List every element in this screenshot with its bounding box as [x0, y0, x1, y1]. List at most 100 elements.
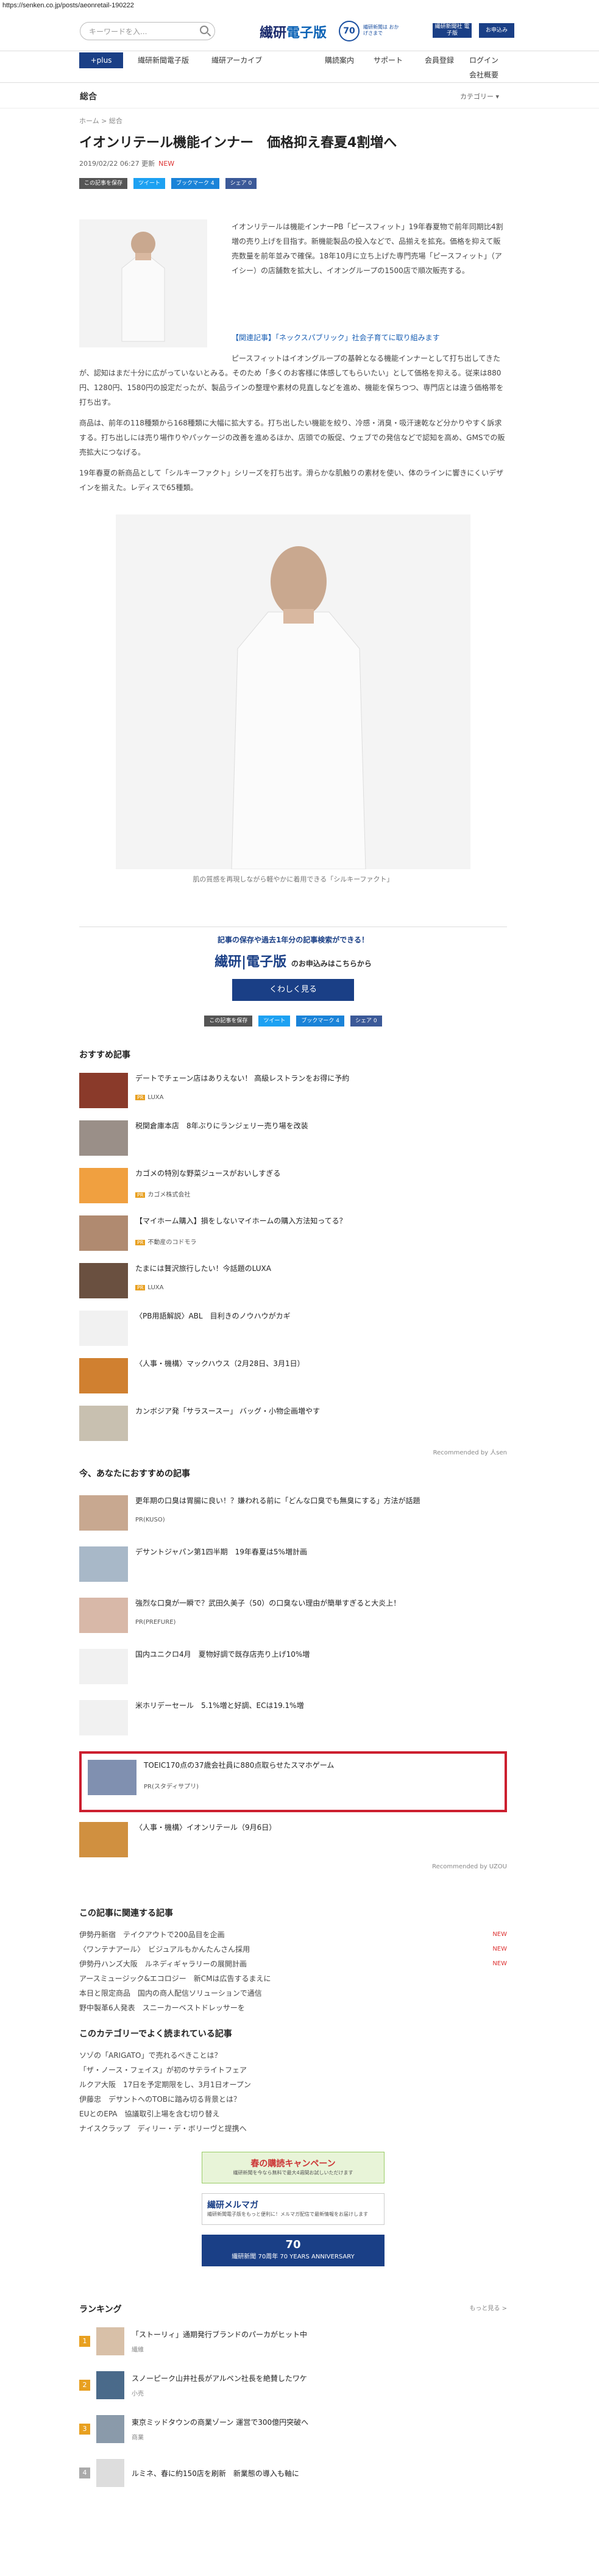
ranking-item[interactable]: 4 ルミネ、春に約150店を刷新 新業態の導入も軸に — [79, 2455, 507, 2491]
related-title[interactable]: 伊勢丹新宿 テイクアウトで200品目を企画 — [79, 1927, 225, 1942]
rec-title[interactable]: 税関倉庫本店 8年ぶりにランジェリー売り場を改装 — [135, 1120, 308, 1131]
tweet-button[interactable]: ツイート — [133, 178, 166, 189]
rec-title[interactable]: カゴメの特別な野菜ジュースがおいしすぎる — [135, 1168, 280, 1178]
search-icon[interactable] — [200, 26, 208, 34]
rec-title[interactable]: 【マイホーム購入】損をしないマイホームの購入方法知ってる？ — [135, 1215, 347, 1226]
rec-title[interactable]: 〈PB用語解説〉ABL 目利きのノウハウがカギ — [135, 1311, 291, 1321]
related-title[interactable]: アースミュージック&エコロジー 新CMは広告するまえに — [79, 1971, 271, 1986]
list-item[interactable]: ソゾの「ARIGATO」で売れるべきことは？ — [79, 2048, 507, 2063]
popular-title[interactable]: ナイスクラップ ディリー・デ・ボリーヴと提携へ — [79, 2121, 247, 2136]
bookmark-button-bottom[interactable]: ブックマーク 4 — [296, 1016, 345, 1026]
rank-title[interactable]: 「ストーリィ」通期発行ブランドのパーカがヒット中 — [132, 2329, 307, 2339]
list-item[interactable]: たまには贅沢旅行したい！今話題のLUXA PR LUXA — [79, 1263, 507, 1298]
bookmark-button[interactable]: ブックマーク 4 — [171, 178, 219, 189]
list-item[interactable]: 米ホリデーセール 5.1%増と好調、ECは19.1%増 — [79, 1700, 507, 1735]
rank-title[interactable]: 東京ミッドタウンの商業ゾーン 運営で300億円突破へ — [132, 2417, 308, 2427]
popular-title[interactable]: ルクア大阪 17日を予定期限をし、3月1日オープン — [79, 2077, 251, 2092]
list-item[interactable]: 伊藤忠 デサントへのTOBに踏み切る背景とは？ — [79, 2092, 507, 2107]
ranking-item[interactable]: 2 スノーピーク山井社長がアルペン社長を絶賛したワケ 小売 — [79, 2368, 507, 2403]
list-item[interactable]: カゴメの特別な野菜ジュースがおいしすぎる PR カゴメ株式会社 — [79, 1168, 507, 1203]
popular-title[interactable]: ソゾの「ARIGATO」で売れるべきことは？ — [79, 2048, 221, 2063]
popular-title[interactable]: 伊藤忠 デサントへのTOBに踏み切る背景とは？ — [79, 2092, 241, 2107]
highlighted-list-item[interactable]: TOEIC170点の37歳会社員に880点取らせたスマホゲーム PR(スタディサプ… — [79, 1751, 507, 1812]
rec-title[interactable]: カンボジア発「サラスースー」 バッグ・小物企画増やす — [135, 1406, 320, 1416]
article-paragraph-2: ピースフィットはイオングループの基幹となる機能インナーとして打ち出してきたが、認… — [79, 354, 504, 407]
save-article-button[interactable]: この記事を保存 — [79, 178, 128, 189]
rec-source: カゴメ株式会社 — [147, 1192, 191, 1198]
list-item[interactable]: 〈人事・機構〉マックハウス（2月28日、3月1日） — [79, 1358, 507, 1393]
nav-item-archive[interactable]: 繊研アーカイブ — [211, 55, 262, 65]
rec-title[interactable]: たまには贅沢旅行したい！今話題のLUXA — [135, 1263, 271, 1273]
list-item[interactable]: 税関倉庫本店 8年ぶりにランジェリー売り場を改装 — [79, 1120, 507, 1156]
rec2-title[interactable]: 米ホリデーセール 5.1%増と好調、ECは19.1%増 — [135, 1700, 304, 1710]
search-input[interactable]: キーワードを入... — [80, 22, 215, 40]
related-title[interactable]: 〈ワンテナアール〉 ビジュアルもかんたんさん採用 — [79, 1942, 250, 1957]
list-item[interactable]: EUとのEPA 協議取引上場を含む切り替え — [79, 2107, 507, 2121]
recommended-by[interactable]: Recommended by 人sen — [79, 1447, 507, 1456]
thumb-image — [88, 1760, 136, 1795]
popular-title[interactable]: 「ザ・ノース・フェイス」が初のサテライトフェア — [79, 2063, 247, 2077]
related-title[interactable]: 伊勢丹ハンズ大阪 ルネディギャラリーの展開計画 — [79, 1957, 247, 1971]
rec2-title[interactable]: 強烈な口臭が一瞬で？武田久美子（50）の口臭ない理由が簡単すぎると大炎上！ — [135, 1598, 400, 1608]
nav-item-register[interactable]: 会員登録 — [425, 55, 454, 65]
tweet-button-bottom[interactable]: ツイート — [258, 1016, 291, 1026]
rank-number: 3 — [79, 2424, 90, 2435]
rec2-title[interactable]: 国内ユニクロ4月 夏物好調で既存店売り上げ10%増 — [135, 1649, 310, 1659]
breadcrumb[interactable]: ホーム > 総合 — [79, 116, 507, 126]
nav-item-subscription[interactable]: 購読案内 — [325, 55, 354, 65]
list-item[interactable]: デサントジャパン第1四半期 19年春夏は5%増計画 — [79, 1546, 507, 1582]
rec2-title[interactable]: 更年期の口臭は胃腸に良い！？嫌われる前に「どんな口臭でも無臭にする」方法が話題 — [135, 1495, 420, 1506]
save-article-button-bottom[interactable]: この記事を保存 — [204, 1016, 253, 1026]
rank-title[interactable]: ルミネ、春に約150店を刷新 新業態の導入も軸に — [132, 2468, 299, 2478]
rank-title[interactable]: スノーピーク山井社長がアルペン社長を絶賛したワケ — [132, 2373, 307, 2383]
new-badge: NEW — [492, 1960, 507, 1967]
list-item[interactable]: 本日と限定商品 国内の商人配信ソリューションで通信 — [79, 1986, 507, 2001]
main-nav: +plus 繊研新聞電子版 繊研アーカイブ 購読案内 サポート 会員登録 ログイ… — [0, 51, 599, 83]
ranking-item[interactable]: 1 「ストーリィ」通期発行ブランドのパーカがヒット中 繊維 — [79, 2324, 507, 2359]
ranking-more-link[interactable]: もっと見る > — [469, 2303, 507, 2315]
rec-title[interactable]: 〈人事・機構〉マックハウス（2月28日、3月1日） — [135, 1358, 305, 1368]
list-item[interactable]: 伊勢丹ハンズ大阪 ルネディギャラリーの展開計画 NEW — [79, 1957, 507, 1971]
nav-item-support[interactable]: サポート — [374, 55, 403, 65]
related-link[interactable]: 【関連記事】「ネックスパブリック」社会子育てに取り組みます — [232, 330, 507, 345]
list-item[interactable]: 野中製革6人発表 スニーカーベストドレッサーを — [79, 2001, 507, 2015]
popular-title[interactable]: EUとのEPA 協議取引上場を含む切り替え — [79, 2107, 220, 2121]
list-item[interactable]: ナイスクラップ ディリー・デ・ボリーヴと提携へ — [79, 2121, 507, 2136]
header-subscribe-button[interactable]: お申込み — [479, 23, 514, 38]
facebook-share-button-bottom[interactable]: シェア 0 — [350, 1016, 382, 1026]
list-item[interactable]: 【マイホーム購入】損をしないマイホームの購入方法知ってる？ PR 不動産のコドモラ — [79, 1215, 507, 1251]
related-title[interactable]: 野中製革6人発表 スニーカーベストドレッサーを — [79, 2001, 245, 2015]
list-item[interactable]: カンボジア発「サラスースー」 バッグ・小物企画増やす — [79, 1406, 507, 1441]
list-item[interactable]: 「ザ・ノース・フェイス」が初のサテライトフェア — [79, 2063, 507, 2077]
list-item[interactable]: 伊勢丹新宿 テイクアウトで200品目を企画 NEW — [79, 1927, 507, 1942]
list-item[interactable]: 国内ユニクロ4月 夏物好調で既存店売り上げ10%増 — [79, 1649, 507, 1684]
plus-button[interactable]: +plus — [79, 52, 123, 68]
ranking-item[interactable]: 3 東京ミッドタウンの商業ゾーン 運営で300億円突破へ 商業 — [79, 2411, 507, 2447]
nav-item-digital[interactable]: 繊研新聞電子版 — [138, 55, 189, 65]
list-item[interactable]: 〈人事・機構〉イオンリテール（9月6日） — [79, 1822, 507, 1857]
rec2-title[interactable]: 〈人事・機構〉イオンリテール（9月6日） — [135, 1822, 276, 1832]
site-logo[interactable]: 繊研電子版 — [260, 22, 327, 41]
facebook-share-button[interactable]: シェア 0 — [225, 178, 257, 189]
list-item[interactable]: アースミュージック&エコロジー 新CMは広告するまえに — [79, 1971, 507, 1986]
list-item[interactable]: 〈ワンテナアール〉 ビジュアルもかんたんさん採用 NEW — [79, 1942, 507, 1957]
list-item[interactable]: 〈PB用語解説〉ABL 目利きのノウハウがカギ — [79, 1311, 507, 1346]
mailmag-banner[interactable]: 繊研メルマガ 繊研新聞電子版をもっと便利に！メルマガ配信で最新情報をお届けします — [202, 2193, 385, 2225]
category-dropdown[interactable]: カテゴリー ▾ — [460, 91, 499, 101]
ranking-header: ランキング もっと見る > — [79, 2303, 507, 2315]
recommended-by-uzou[interactable]: Recommended by UZOU — [79, 1863, 507, 1870]
campaign-banner[interactable]: 春の購読キャンペーン 繊研新聞を今なら無料で最大4週間お試しいただけます — [202, 2152, 385, 2183]
list-item[interactable]: デートでチェーン店はありえない！ 高級レストランをお得に予約 PR LUXA — [79, 1073, 507, 1108]
anniversary-banner[interactable]: 70 繊研新聞 70周年 70 YEARS ANNIVERSARY — [202, 2235, 385, 2266]
rec2-title[interactable]: デサントジャパン第1四半期 19年春夏は5%増計画 — [135, 1546, 307, 1557]
rec2-title[interactable]: TOEIC170点の37歳会社員に880点取らせたスマホゲーム — [144, 1760, 334, 1770]
list-item[interactable]: ルクア大阪 17日を予定期限をし、3月1日オープン — [79, 2077, 507, 2092]
list-item[interactable]: 更年期の口臭は胃腸に良い！？嫌われる前に「どんな口臭でも無臭にする」方法が話題 P… — [79, 1495, 507, 1531]
related-title[interactable]: 本日と限定商品 国内の商人配信ソリューションで通信 — [79, 1986, 262, 2001]
promo-details-button[interactable]: くわしく見る — [232, 979, 354, 1001]
nav-item-login[interactable]: ログイン — [469, 55, 498, 65]
list-item[interactable]: 強烈な口臭が一瞬で？武田久美子（50）の口臭ない理由が簡単すぎると大炎上！ PR(… — [79, 1598, 507, 1633]
rec-title[interactable]: デートでチェーン店はありえない！ 高級レストランをお得に予約 — [135, 1073, 349, 1083]
header-digital-button[interactable]: 繊研新聞社 電子版 — [433, 23, 472, 38]
nav-item-company[interactable]: 会社概要 — [469, 69, 498, 80]
